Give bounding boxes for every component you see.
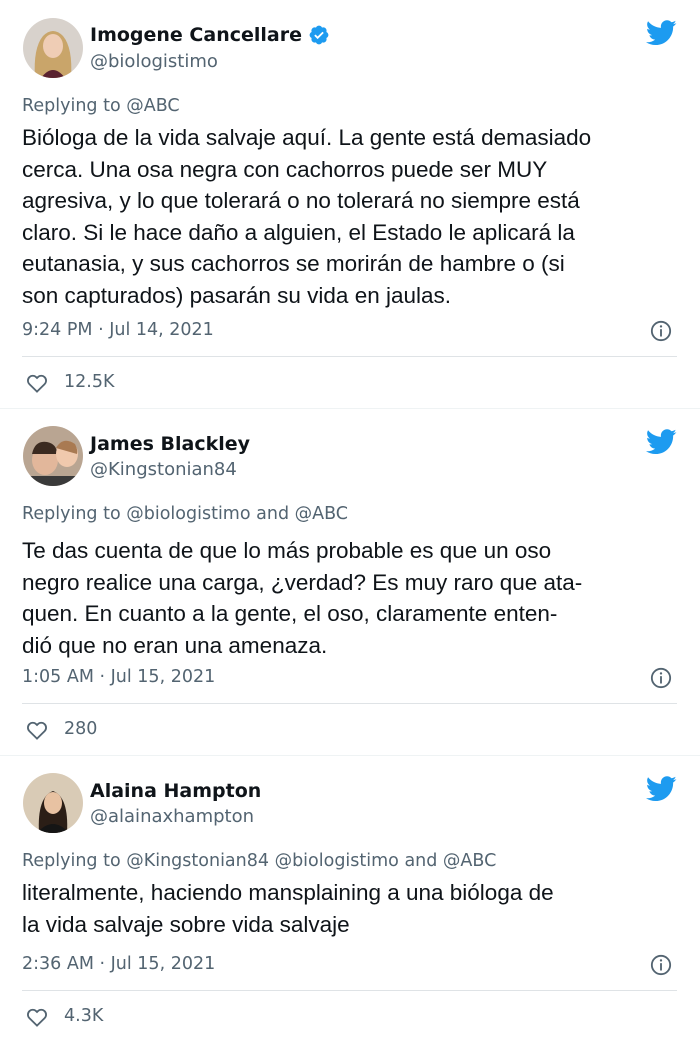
- tweet-3: Alaina Hampton @alainaxhampton Replying …: [0, 756, 700, 1043]
- info-icon[interactable]: [650, 667, 672, 689]
- tweet-text: literalmente, haciendo mansplaining a un…: [22, 877, 682, 940]
- display-name-text: James Blackley: [90, 433, 250, 455]
- heart-icon[interactable]: [26, 373, 48, 393]
- handle[interactable]: @alainaxhampton: [90, 806, 254, 827]
- tweet-text-line: claro. Si le hace daño a alguien, el Est…: [22, 219, 575, 245]
- handle[interactable]: @Kingstonian84: [90, 459, 237, 480]
- like-count: 12.5K: [64, 372, 115, 392]
- timestamp[interactable]: 9:24 PM · Jul 14, 2021: [22, 320, 214, 340]
- tweet-text: Te das cuenta de que lo más probable es …: [22, 535, 682, 661]
- tweet-text-line: la vida salvaje sobre vida salvaje: [22, 911, 350, 937]
- reply-context: Replying to @biologistimo and @ABC: [22, 504, 348, 524]
- reply-context: Replying to @Kingstonian84 @biologistimo…: [22, 851, 496, 871]
- tweet-text-line: eutanasia, y sus cachorros se morirán de…: [22, 251, 565, 276]
- twitter-bird-icon[interactable]: [646, 776, 677, 802]
- divider: [22, 356, 677, 357]
- reply-to-link[interactable]: @ABC: [126, 96, 179, 116]
- reply-prefix: Replying to: [22, 851, 121, 871]
- twitter-bird-icon[interactable]: [646, 429, 677, 455]
- avatar[interactable]: [23, 773, 83, 833]
- reply-prefix: Replying to: [22, 96, 121, 116]
- avatar[interactable]: [23, 426, 83, 486]
- info-icon[interactable]: [650, 954, 672, 976]
- tweet-text-line: negro realice una carga, ¿verdad? Es muy…: [22, 569, 583, 595]
- display-name[interactable]: Imogene Cancellare: [90, 24, 330, 46]
- like-count: 4.3K: [64, 1006, 104, 1026]
- tweet-text-line: son capturados) pasarán su vida en jaula…: [22, 282, 452, 308]
- tweet-text-line: literalmente, haciendo mansplaining a un…: [22, 880, 554, 905]
- tweet-text: Bióloga de la vida salvaje aquí. La gent…: [22, 122, 682, 311]
- tweet-text-line: cerca. Una osa negra con cachorros puede…: [22, 156, 548, 182]
- tweet-2: James Blackley @Kingstonian84 Replying t…: [0, 409, 700, 755]
- avatar[interactable]: [23, 18, 83, 78]
- reply-to-link[interactable]: @biologistimo and @ABC: [126, 504, 348, 524]
- timestamp[interactable]: 1:05 AM · Jul 15, 2021: [22, 667, 215, 687]
- tweet-text-line: dió que no eran una amenaza.: [22, 632, 328, 658]
- handle[interactable]: @biologistimo: [90, 51, 218, 72]
- display-name-text: Imogene Cancellare: [90, 24, 302, 46]
- display-name-text: Alaina Hampton: [90, 780, 262, 802]
- display-name[interactable]: Alaina Hampton: [90, 780, 261, 802]
- divider: [22, 703, 677, 704]
- info-icon[interactable]: [650, 320, 672, 342]
- reply-to-link[interactable]: @Kingstonian84 @biologistimo and @ABC: [126, 851, 496, 871]
- tweet-text-line: agresiva, y lo que tolerará o no tolerar…: [22, 188, 580, 213]
- timestamp[interactable]: 2:36 AM · Jul 15, 2021: [22, 954, 215, 974]
- twitter-bird-icon[interactable]: [646, 20, 677, 46]
- tweet-1: Imogene Cancellare @biologistimo Replyin…: [0, 0, 700, 408]
- display-name[interactable]: James Blackley: [90, 433, 250, 455]
- heart-icon[interactable]: [26, 720, 48, 740]
- tweet-text-line: Bióloga de la vida salvaje aquí. La gent…: [22, 125, 592, 150]
- divider: [22, 990, 677, 991]
- verified-badge-icon: [309, 25, 329, 45]
- reply-prefix: Replying to: [22, 504, 121, 524]
- tweet-text-line: Te das cuenta de que lo más probable es …: [22, 538, 552, 563]
- heart-icon[interactable]: [26, 1007, 48, 1027]
- tweet-text-line: quen. En cuanto a la gente, el oso, clar…: [22, 601, 558, 626]
- like-count: 280: [64, 719, 98, 739]
- reply-context: Replying to @ABC: [22, 96, 180, 116]
